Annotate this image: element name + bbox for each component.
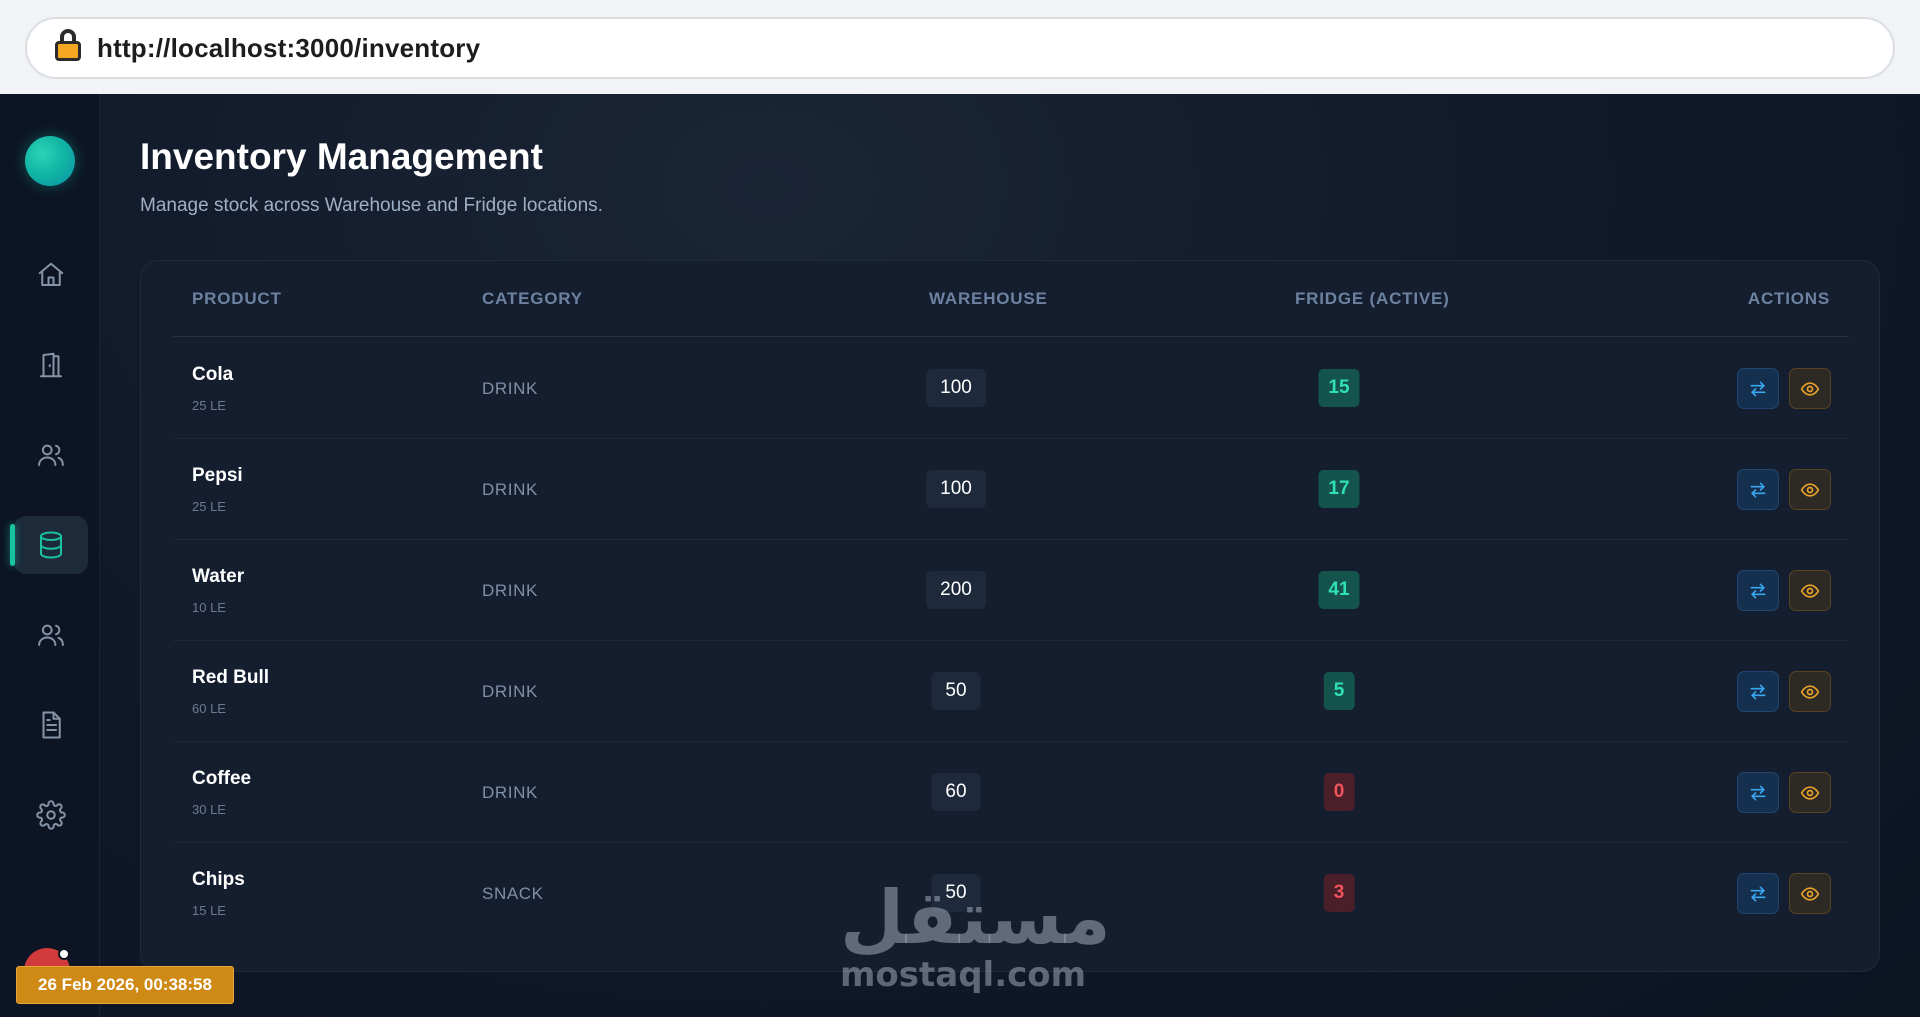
view-button[interactable] (1789, 873, 1831, 914)
product-price: 10 LE (192, 600, 226, 615)
view-button[interactable] (1789, 570, 1831, 611)
eye-icon (1800, 482, 1820, 497)
sidebar-item-settings[interactable] (14, 786, 88, 844)
view-button[interactable] (1789, 772, 1831, 813)
home-icon (38, 262, 64, 286)
inventory-table: PRODUCT CATEGORY WAREHOUSE FRIDGE (ACTIV… (140, 260, 1880, 972)
transfer-icon (1750, 482, 1766, 497)
fridge-qty: 5 (1323, 672, 1355, 710)
warehouse-qty: 60 (931, 773, 981, 811)
fridge-qty: 17 (1318, 470, 1360, 508)
fridge-qty: 41 (1318, 571, 1360, 609)
eye-icon (1800, 886, 1820, 901)
fridge-qty: 0 (1323, 773, 1355, 811)
sidebar-item-rooms[interactable] (14, 336, 88, 394)
app-logo[interactable] (25, 136, 75, 186)
sidebar-item-inventory[interactable] (10, 516, 88, 574)
product-category: SNACK (482, 884, 544, 903)
transfer-icon (1750, 381, 1766, 396)
users-icon (38, 444, 64, 466)
transfer-button[interactable] (1737, 469, 1779, 510)
document-icon (42, 711, 61, 739)
product-category: DRINK (482, 783, 538, 802)
browser-toolbar: http://localhost:3000/inventory (0, 0, 1920, 94)
product-name: Red Bull (192, 667, 270, 688)
page-subtitle: Manage stock across Warehouse and Fridge… (140, 195, 603, 216)
timestamp-badge: 26 Feb 2026, 00:38:58 (16, 966, 234, 1004)
transfer-icon (1750, 785, 1766, 800)
product-price: 30 LE (192, 802, 226, 817)
address-bar[interactable]: http://localhost:3000/inventory (25, 17, 1895, 79)
sidebar-item-staff[interactable] (14, 606, 88, 664)
url-text[interactable]: http://localhost:3000/inventory (97, 33, 480, 64)
transfer-icon (1750, 684, 1766, 699)
product-name: Cola (192, 364, 234, 385)
sidebar (0, 94, 100, 1017)
product-name: Water (192, 566, 245, 587)
column-header-product: PRODUCT (192, 289, 282, 308)
fridge-qty: 15 (1318, 369, 1360, 407)
product-category: DRINK (482, 581, 538, 600)
table-row: Red Bull 60 LE DRINK 50 5 (173, 641, 1849, 742)
page-title: Inventory Management (140, 136, 543, 177)
product-name: Coffee (192, 768, 252, 789)
database-icon (40, 531, 62, 559)
product-price: 25 LE (192, 499, 226, 514)
watermark: مستقل mostaql.com (840, 875, 1111, 995)
view-button[interactable] (1789, 469, 1831, 510)
table-row: Pepsi 25 LE DRINK 100 17 (173, 439, 1849, 540)
transfer-button[interactable] (1737, 570, 1779, 611)
lock-icon (55, 29, 81, 61)
warehouse-qty: 200 (926, 571, 986, 609)
eye-icon (1800, 381, 1820, 396)
online-status-dot (58, 948, 70, 960)
transfer-button[interactable] (1737, 368, 1779, 409)
users-icon (38, 624, 64, 646)
column-header-actions: ACTIONS (1747, 289, 1830, 308)
transfer-button[interactable] (1737, 671, 1779, 712)
view-button[interactable] (1789, 671, 1831, 712)
sidebar-item-customers[interactable] (14, 426, 88, 484)
eye-icon (1800, 583, 1820, 598)
product-category: DRINK (482, 379, 538, 398)
fridge-qty: 3 (1323, 874, 1355, 912)
warehouse-qty: 100 (926, 369, 986, 407)
transfer-button[interactable] (1737, 772, 1779, 813)
warehouse-qty: 100 (926, 470, 986, 508)
watermark-arabic: مستقل (840, 875, 1111, 961)
eye-icon (1800, 684, 1820, 699)
settings-icon (36, 800, 66, 830)
table-header: PRODUCT CATEGORY WAREHOUSE FRIDGE (ACTIV… (173, 261, 1849, 337)
eye-icon (1800, 785, 1820, 800)
app-container: Inventory Management Manage stock across… (0, 94, 1920, 1017)
transfer-button[interactable] (1737, 873, 1779, 914)
product-price: 60 LE (192, 701, 226, 716)
column-header-warehouse: WAREHOUSE (929, 289, 1048, 308)
product-price: 25 LE (192, 398, 226, 413)
sidebar-item-home[interactable] (14, 246, 88, 304)
product-name: Chips (192, 869, 245, 890)
view-button[interactable] (1789, 368, 1831, 409)
product-price: 15 LE (192, 903, 226, 918)
table-row: Water 10 LE DRINK 200 41 (173, 540, 1849, 641)
transfer-icon (1750, 886, 1766, 901)
product-category: DRINK (482, 682, 538, 701)
product-name: Pepsi (192, 465, 243, 486)
column-header-category: CATEGORY (482, 289, 583, 308)
transfer-icon (1750, 583, 1766, 598)
door-icon (40, 352, 62, 378)
table-row: Coffee 30 LE DRINK 60 0 (173, 742, 1849, 843)
sidebar-item-reports[interactable] (14, 696, 88, 754)
watermark-latin: mostaql.com (840, 955, 1087, 995)
warehouse-qty: 50 (931, 672, 981, 710)
product-category: DRINK (482, 480, 538, 499)
column-header-fridge: FRIDGE (ACTIVE) (1295, 289, 1450, 308)
table-row: Cola 25 LE DRINK 100 15 (173, 338, 1849, 439)
